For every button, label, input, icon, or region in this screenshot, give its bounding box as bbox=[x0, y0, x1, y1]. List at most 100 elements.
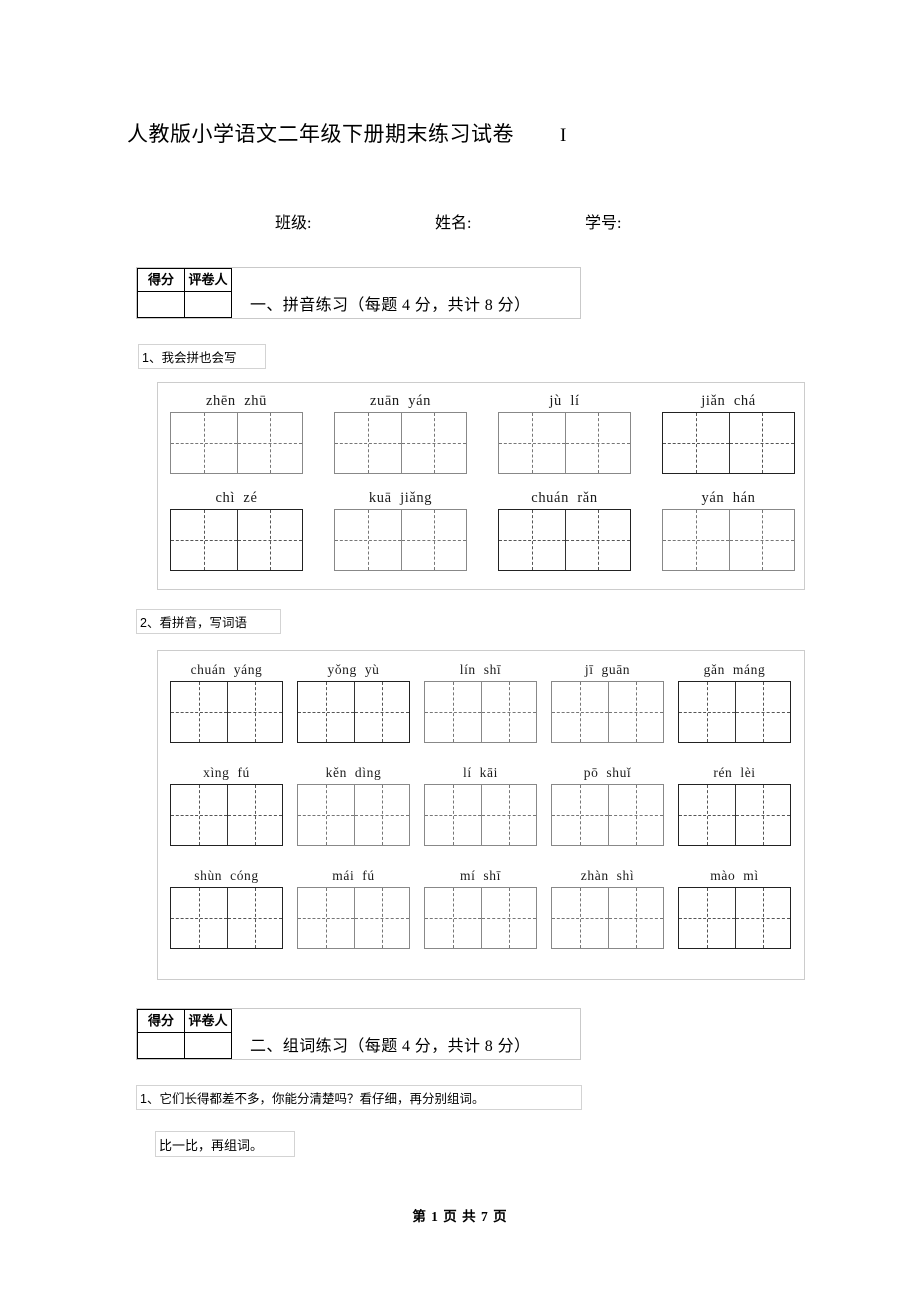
grid-cell[interactable] bbox=[552, 682, 608, 742]
grid-cell[interactable] bbox=[564, 510, 631, 570]
pinyin-label: pō shuǐ bbox=[583, 765, 632, 780]
score-label-cell: 得分 bbox=[137, 1008, 185, 1034]
character-writing-grid[interactable] bbox=[498, 412, 631, 474]
grid-cell[interactable] bbox=[226, 785, 283, 845]
grid-cell[interactable] bbox=[734, 888, 791, 948]
character-writing-grid[interactable] bbox=[678, 784, 791, 846]
character-writing-grid[interactable] bbox=[334, 412, 467, 474]
score-value-cell[interactable] bbox=[137, 291, 185, 318]
question-label-2-1: 1、它们长得都差不多，你能分清楚吗？看仔细，再分别组词。 bbox=[136, 1085, 582, 1110]
character-writing-grid[interactable] bbox=[424, 887, 537, 949]
grid-cell[interactable] bbox=[171, 682, 227, 742]
grid-cell[interactable] bbox=[480, 785, 537, 845]
grid-cell[interactable] bbox=[400, 413, 467, 473]
pinyin-word-group: jù lí bbox=[498, 390, 640, 474]
character-writing-grid[interactable] bbox=[424, 784, 537, 846]
pinyin-label: gǎn máng bbox=[703, 662, 766, 677]
grid-cell[interactable] bbox=[298, 888, 354, 948]
grid-cell[interactable] bbox=[226, 682, 283, 742]
grid-cell[interactable] bbox=[734, 785, 791, 845]
character-writing-grid[interactable] bbox=[170, 412, 303, 474]
score-value-cell[interactable] bbox=[137, 1032, 185, 1059]
grid-cell[interactable] bbox=[480, 888, 537, 948]
pinyin-label: zuān yán bbox=[370, 393, 431, 409]
grid-cell[interactable] bbox=[607, 785, 664, 845]
grid-cell[interactable] bbox=[607, 682, 664, 742]
pinyin-label: jiǎn chá bbox=[701, 393, 756, 409]
grid-cell[interactable] bbox=[335, 413, 401, 473]
character-writing-grid[interactable] bbox=[551, 784, 664, 846]
pinyin-word-group: lí kāi bbox=[424, 762, 544, 846]
pinyin-row: chuán yáng yǒng yù lín shī jī guān gǎn máng bbox=[170, 659, 798, 743]
grid-cell[interactable] bbox=[171, 888, 227, 948]
grid-cell[interactable] bbox=[679, 888, 735, 948]
grid-cell[interactable] bbox=[499, 510, 565, 570]
grid-cell[interactable] bbox=[425, 682, 481, 742]
character-writing-grid[interactable] bbox=[551, 887, 664, 949]
grid-cell[interactable] bbox=[480, 682, 537, 742]
pinyin-label: chuán yáng bbox=[190, 662, 263, 677]
pinyin-label: zhàn shì bbox=[580, 868, 635, 883]
character-writing-grid[interactable] bbox=[662, 412, 795, 474]
grid-cell[interactable] bbox=[171, 413, 237, 473]
pinyin-word-group: mái fú bbox=[297, 865, 417, 949]
grader-value-cell[interactable] bbox=[184, 1032, 232, 1059]
grid-cell[interactable] bbox=[226, 888, 283, 948]
pinyin-label: jī guān bbox=[584, 662, 631, 677]
grid-cell[interactable] bbox=[236, 510, 303, 570]
character-writing-grid[interactable] bbox=[678, 887, 791, 949]
grid-cell[interactable] bbox=[663, 510, 729, 570]
grid-cell[interactable] bbox=[552, 888, 608, 948]
grader-label-cell: 评卷人 bbox=[184, 267, 232, 293]
grid-cell[interactable] bbox=[236, 413, 303, 473]
grid-cell[interactable] bbox=[564, 413, 631, 473]
character-writing-grid[interactable] bbox=[297, 681, 410, 743]
grid-cell[interactable] bbox=[552, 785, 608, 845]
character-writing-grid[interactable] bbox=[498, 509, 631, 571]
grader-value-cell[interactable] bbox=[184, 291, 232, 318]
character-writing-grid[interactable] bbox=[424, 681, 537, 743]
grid-cell[interactable] bbox=[400, 510, 467, 570]
grid-cell[interactable] bbox=[353, 785, 410, 845]
grid-cell[interactable] bbox=[663, 413, 729, 473]
pinyin-word-group: yán hán bbox=[662, 487, 804, 571]
character-writing-grid[interactable] bbox=[334, 509, 467, 571]
pinyin-word-group: rén lèi bbox=[678, 762, 798, 846]
pinyin-word-group: yǒng yù bbox=[297, 659, 417, 743]
grid-cell[interactable] bbox=[425, 785, 481, 845]
pinyin-label: jù lí bbox=[549, 393, 580, 409]
grid-cell[interactable] bbox=[353, 888, 410, 948]
question-sublabel-2-1: 比一比，再组词。 bbox=[155, 1131, 295, 1157]
character-writing-grid[interactable] bbox=[297, 887, 410, 949]
grid-cell[interactable] bbox=[335, 510, 401, 570]
grid-cell[interactable] bbox=[499, 413, 565, 473]
grid-cell[interactable] bbox=[734, 682, 791, 742]
grid-cell[interactable] bbox=[171, 785, 227, 845]
character-writing-grid[interactable] bbox=[170, 887, 283, 949]
grid-cell[interactable] bbox=[298, 785, 354, 845]
question-label-1-2: 2、看拼音，写词语 bbox=[136, 609, 281, 634]
character-writing-grid[interactable] bbox=[678, 681, 791, 743]
score-table-section-1: 得分 评卷人 bbox=[137, 267, 232, 318]
pinyin-word-group: mí shī bbox=[424, 865, 544, 949]
grid-cell[interactable] bbox=[679, 682, 735, 742]
grid-cell[interactable] bbox=[607, 888, 664, 948]
character-writing-grid[interactable] bbox=[662, 509, 795, 571]
character-writing-grid[interactable] bbox=[297, 784, 410, 846]
character-writing-grid[interactable] bbox=[170, 784, 283, 846]
character-writing-grid[interactable] bbox=[170, 681, 283, 743]
character-writing-grid[interactable] bbox=[551, 681, 664, 743]
question-label-1-1: 1、我会拼也会写 bbox=[138, 344, 266, 369]
grid-cell[interactable] bbox=[171, 510, 237, 570]
section-heading-1: 一、拼音练习（每题 4 分，共计 8 分） bbox=[250, 297, 531, 314]
grid-cell[interactable] bbox=[728, 510, 795, 570]
grid-cell[interactable] bbox=[425, 888, 481, 948]
pinyin-label: zhēn zhū bbox=[206, 393, 267, 409]
pinyin-word-group: lín shī bbox=[424, 659, 544, 743]
grid-cell[interactable] bbox=[728, 413, 795, 473]
character-writing-grid[interactable] bbox=[170, 509, 303, 571]
class-field-label: 班级: bbox=[275, 215, 312, 232]
grid-cell[interactable] bbox=[679, 785, 735, 845]
grid-cell[interactable] bbox=[353, 682, 410, 742]
grid-cell[interactable] bbox=[298, 682, 354, 742]
